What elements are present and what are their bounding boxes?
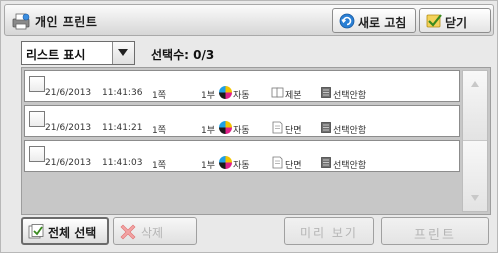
job-status: 선택안함 [333,126,367,136]
color-mode-icon [219,121,232,134]
print-button[interactable]: 프린트 [381,217,489,245]
scroll-up-button[interactable] [463,71,487,141]
job-color: 자동 [233,126,250,136]
job-list: 21/6/2013 11:41:36 1쪽 1부 자동 제본 선택안함 21/6… [21,67,491,215]
unselected-status-icon [321,122,331,133]
job-checkbox[interactable] [29,76,45,92]
color-mode-icon [219,156,232,169]
personal-print-window: 개인 프린트 새로 고침 닫기 리스트 표시 선택수: 0/3 21/6/201… [0,0,498,253]
job-date: 21/6/2013 [45,123,92,133]
job-date: 21/6/2013 [45,158,92,168]
job-color: 자동 [233,91,250,101]
job-row[interactable]: 21/6/2013 11:41:03 1쪽 1부 자동 단면 선택안함 [24,140,460,172]
job-status: 선택안함 [333,161,367,171]
job-checkbox[interactable] [29,111,45,127]
job-date: 21/6/2013 [45,88,92,98]
job-pages: 1쪽 [152,126,167,136]
selected-count-label: 선택수: [151,48,189,62]
select-all-label: 전체 선택 [48,226,97,240]
checkmark-icon [426,14,442,28]
printer-person-icon [12,13,30,30]
close-button[interactable]: 닫기 [419,8,491,33]
refresh-icon [339,13,355,29]
job-sides: 단면 [285,126,302,136]
scrollbar[interactable] [462,70,488,212]
page-title: 개인 프린트 [35,15,98,29]
job-color: 자동 [233,161,250,171]
delete-button[interactable]: 삭제 [113,217,197,245]
job-time: 11:41:03 [102,158,143,168]
job-pages: 1쪽 [152,91,167,101]
preview-button[interactable]: 미리 보기 [284,217,374,245]
close-label: 닫기 [445,16,468,30]
color-mode-icon [219,86,232,99]
job-status: 선택안함 [333,91,367,101]
job-copies: 1부 [201,91,216,101]
chevron-down-icon [118,49,128,56]
job-checkbox[interactable] [29,146,45,162]
unselected-status-icon [321,157,331,168]
arrow-up-icon [471,81,479,87]
job-copies: 1부 [201,161,216,171]
job-sides: 제본 [285,91,302,101]
job-sides: 단면 [285,161,302,171]
single-sided-icon [272,156,283,169]
job-copies: 1부 [201,126,216,136]
scroll-down-button[interactable] [463,141,487,211]
print-label: 프린트 [414,228,456,243]
preview-label: 미리 보기 [300,226,358,240]
select-all-icon [28,224,44,239]
delete-x-icon [120,224,136,240]
refresh-button[interactable]: 새로 고침 [332,8,416,33]
refresh-label: 새로 고침 [358,16,407,30]
dropdown-arrow[interactable] [112,42,134,64]
title-bar: 개인 프린트 새로 고침 닫기 [4,4,494,36]
unselected-status-icon [321,87,331,98]
job-row[interactable]: 21/6/2013 11:41:36 1쪽 1부 자동 제본 선택안함 [24,70,460,102]
delete-label: 삭제 [141,226,164,240]
job-time: 11:41:36 [102,88,143,98]
view-mode-value: 리스트 표시 [26,48,86,62]
job-row[interactable]: 21/6/2013 11:41:21 1쪽 1부 자동 단면 선택안함 [24,105,460,137]
selected-count: 선택수: 0/3 [151,46,214,63]
arrow-down-icon [471,195,479,201]
view-mode-select[interactable]: 리스트 표시 [21,41,135,65]
selected-count-value: 0/3 [193,48,215,62]
job-pages: 1쪽 [152,161,167,171]
job-time: 11:41:21 [102,123,143,133]
single-sided-icon [272,121,283,134]
select-all-button[interactable]: 전체 선택 [21,217,109,245]
booklet-icon [271,87,284,98]
